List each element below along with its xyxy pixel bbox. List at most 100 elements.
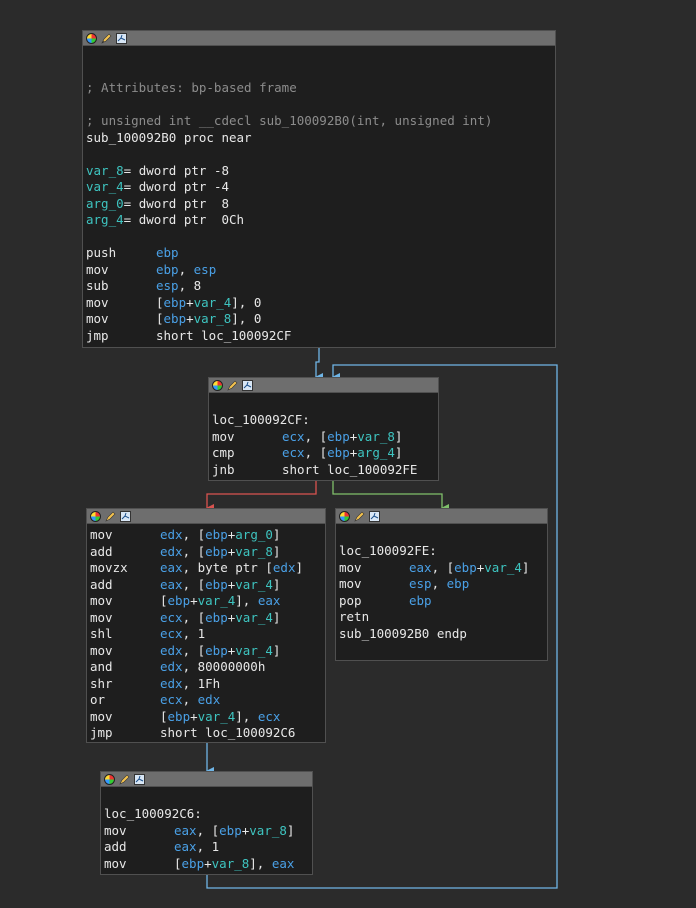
stack-var-definition[interactable]: var_4= dword ptr -4 <box>86 179 555 196</box>
instruction-line[interactable]: shl ecx, 1 <box>90 626 325 643</box>
color-picker-icon[interactable] <box>104 773 115 785</box>
rename-icon[interactable] <box>101 33 112 44</box>
instruction-line[interactable]: shr edx, 1Fh <box>90 676 325 693</box>
register-operand[interactable]: ebp <box>168 709 191 724</box>
instruction-line[interactable]: mov edx, [ebp+arg_0] <box>90 527 325 544</box>
register-operand[interactable]: edx <box>160 544 183 559</box>
stack-var-name[interactable]: var_8 <box>86 163 124 178</box>
instruction-line[interactable]: retn <box>339 609 547 626</box>
register-operand[interactable]: edx <box>160 659 183 674</box>
stack-var-definition[interactable]: arg_4= dword ptr 0Ch <box>86 212 555 229</box>
variable-operand[interactable]: var_4 <box>484 560 522 575</box>
instruction-line[interactable]: mov esp, ebp <box>339 576 547 593</box>
variable-operand[interactable]: var_4 <box>235 643 273 658</box>
register-operand[interactable]: ebp <box>327 445 350 460</box>
register-operand[interactable]: ecx <box>160 610 183 625</box>
instruction-line[interactable]: sub esp, 8 <box>86 278 555 295</box>
instruction-line[interactable]: movzx eax, byte ptr [edx] <box>90 560 325 577</box>
instruction-line[interactable]: mov [ebp+var_4], 0 <box>86 295 555 312</box>
register-operand[interactable]: eax <box>160 577 183 592</box>
register-operand[interactable]: ebp <box>164 295 187 310</box>
instruction-line[interactable]: jmp short loc_100092C6 <box>90 725 325 742</box>
color-picker-icon[interactable] <box>212 379 223 391</box>
register-operand[interactable]: ebp <box>156 262 179 277</box>
instruction-line[interactable]: add eax, 1 <box>104 839 312 856</box>
register-operand[interactable]: edx <box>160 643 183 658</box>
register-operand[interactable]: ebp <box>168 593 191 608</box>
register-operand[interactable]: ebp <box>205 527 228 542</box>
variable-operand[interactable]: var_4 <box>235 610 273 625</box>
register-operand[interactable]: eax <box>174 823 197 838</box>
variable-operand[interactable]: var_8 <box>194 311 232 326</box>
register-operand[interactable]: esp <box>194 262 217 277</box>
register-operand[interactable]: esp <box>409 576 432 591</box>
stack-var-definition[interactable]: var_8= dword ptr -8 <box>86 163 555 180</box>
instruction-line[interactable]: mov [ebp+var_4], ecx <box>90 709 325 726</box>
variable-operand[interactable]: var_4 <box>235 577 273 592</box>
exit-block[interactable]: loc_100092FE: mov eax, [ebp+var_4] mov esp,… <box>335 508 548 661</box>
register-operand[interactable]: edx <box>160 676 183 691</box>
variable-operand[interactable]: arg_0 <box>235 527 273 542</box>
instruction-line[interactable]: push ebp <box>86 245 555 262</box>
stack-var-name[interactable]: arg_0 <box>86 196 124 211</box>
label-loc-100092fe[interactable]: loc_100092FE: <box>339 543 547 560</box>
stack-var-definition[interactable]: arg_0= dword ptr 8 <box>86 196 555 213</box>
entry-block[interactable]: ; Attributes: bp-based frame ; unsigned … <box>82 30 556 348</box>
register-operand[interactable]: eax <box>174 839 197 854</box>
instruction-line[interactable]: mov eax, [ebp+var_4] <box>339 560 547 577</box>
instruction-line[interactable]: pop ebp <box>339 593 547 610</box>
register-operand[interactable]: ecx <box>282 445 305 460</box>
latch-block[interactable]: loc_100092C6: mov eax, [ebp+var_8] add eax,… <box>100 771 313 875</box>
graph-icon[interactable] <box>134 773 145 785</box>
register-operand[interactable]: edx <box>198 692 221 707</box>
variable-operand[interactable]: var_4 <box>198 593 236 608</box>
loop-head-block[interactable]: loc_100092CF: mov ecx, [ebp+var_8] cmp ecx,… <box>208 377 439 481</box>
variable-operand[interactable]: var_4 <box>198 709 236 724</box>
rename-icon[interactable] <box>354 511 365 522</box>
color-picker-icon[interactable] <box>339 510 350 522</box>
register-operand[interactable]: eax <box>409 560 432 575</box>
color-picker-icon[interactable] <box>90 510 101 522</box>
register-operand[interactable]: ebp <box>182 856 205 871</box>
register-operand[interactable]: ebp <box>156 245 179 260</box>
register-operand[interactable]: eax <box>258 593 281 608</box>
label-loc-100092c6[interactable]: loc_100092C6: <box>104 806 312 823</box>
register-operand[interactable]: esp <box>156 278 179 293</box>
graph-icon[interactable] <box>116 32 127 44</box>
stack-var-name[interactable]: var_4 <box>86 179 124 194</box>
instruction-line[interactable]: mov eax, [ebp+var_8] <box>104 823 312 840</box>
rename-icon[interactable] <box>227 380 238 391</box>
instruction-line[interactable]: mov [ebp+var_8], eax <box>104 856 312 873</box>
instruction-line[interactable]: jmp short loc_100092CF <box>86 328 555 345</box>
rename-icon[interactable] <box>105 511 116 522</box>
graph-icon[interactable] <box>242 379 253 391</box>
register-operand[interactable]: eax <box>272 856 295 871</box>
register-operand[interactable]: ebp <box>205 544 228 559</box>
rename-icon[interactable] <box>119 774 130 785</box>
variable-operand[interactable]: var_8 <box>249 823 287 838</box>
instruction-line[interactable]: jnb short loc_100092FE <box>212 462 438 479</box>
register-operand[interactable]: ecx <box>258 709 281 724</box>
proc-declaration[interactable]: sub_100092B0 proc near <box>86 130 555 147</box>
instruction-line[interactable]: mov ecx, [ebp+var_4] <box>90 610 325 627</box>
variable-operand[interactable]: arg_4 <box>357 445 395 460</box>
instruction-line[interactable]: add edx, [ebp+var_8] <box>90 544 325 561</box>
instruction-line[interactable]: and edx, 80000000h <box>90 659 325 676</box>
register-operand[interactable]: ecx <box>160 626 183 641</box>
graph-icon[interactable] <box>369 510 380 522</box>
instruction-line[interactable]: mov [ebp+var_8], 0 <box>86 311 555 328</box>
register-operand[interactable]: ebp <box>164 311 187 326</box>
register-operand[interactable]: ebp <box>409 593 432 608</box>
register-operand[interactable]: ecx <box>160 692 183 707</box>
register-operand[interactable]: ebp <box>327 429 350 444</box>
stack-var-name[interactable]: arg_4 <box>86 212 124 227</box>
variable-operand[interactable]: var_8 <box>212 856 250 871</box>
instruction-line[interactable]: mov ecx, [ebp+var_8] <box>212 429 438 446</box>
proc-end[interactable]: sub_100092B0 endp <box>339 626 547 643</box>
instruction-line[interactable]: cmp ecx, [ebp+arg_4] <box>212 445 438 462</box>
color-picker-icon[interactable] <box>86 32 97 44</box>
register-operand[interactable]: ebp <box>447 576 470 591</box>
register-operand[interactable]: ebp <box>219 823 242 838</box>
instruction-line[interactable]: mov [ebp+var_4], eax <box>90 593 325 610</box>
label-loc-100092cf[interactable]: loc_100092CF: <box>212 412 438 429</box>
